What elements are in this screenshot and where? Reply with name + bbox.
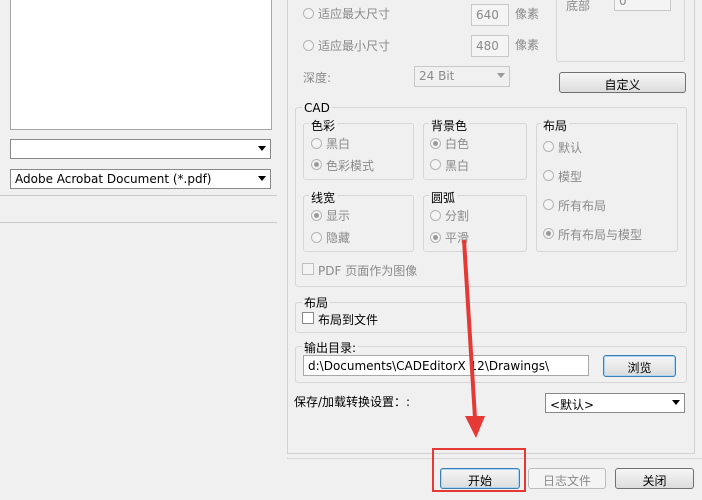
max-unit-label: 像素 [515, 7, 540, 21]
layout-to-file-label: 布局到文件 [318, 313, 379, 327]
background-bw-radio[interactable] [430, 159, 441, 170]
layout-model-radio[interactable] [543, 170, 554, 181]
layout-to-file-checkbox[interactable] [302, 312, 314, 324]
log-file-button[interactable]: 日志文件 [528, 468, 606, 489]
layout-options-title: 布局 [541, 117, 570, 134]
depth-value: 24 Bit [419, 69, 455, 83]
left-divider [0, 195, 277, 196]
chevron-down-icon [258, 176, 266, 181]
chevron-down-icon [497, 73, 505, 78]
annotation-arrow [462, 239, 485, 438]
layout-default-radio[interactable] [543, 141, 554, 152]
file-type-value: Adobe Acrobat Document (*.pdf) [15, 172, 212, 186]
left-lower-divider [0, 222, 277, 223]
layout-all-model-radio[interactable] [543, 228, 554, 239]
arc-split-label: 分割 [445, 209, 470, 223]
format-select[interactable] [10, 139, 271, 159]
start-button-highlight [432, 448, 526, 492]
color-bw-label: 黑白 [326, 137, 351, 151]
cad-title: CAD [302, 101, 332, 115]
depth-label: 深度: [303, 71, 332, 85]
layout-model-label: 模型 [558, 170, 583, 184]
output-path-input[interactable]: d:\Documents\CADEditorX 12\Drawings\ [303, 355, 589, 376]
file-type-select[interactable]: Adobe Acrobat Document (*.pdf) [10, 169, 271, 189]
settings-value: <默认> [550, 398, 595, 412]
background-bw-label: 黑白 [445, 159, 470, 173]
annotation-arrow-head [465, 416, 485, 438]
custom-button[interactable]: 自定义 [559, 72, 686, 93]
fit-min-label: 适应最小尺寸 [318, 39, 391, 53]
fit-max-label: 适应最大尺寸 [318, 7, 391, 21]
arc-split-radio[interactable] [430, 210, 441, 221]
annotation-arrow-line [462, 239, 477, 419]
min-unit-label: 像素 [515, 38, 540, 52]
lineweight-hide-label: 隐藏 [326, 231, 351, 245]
pdf-as-image-label: PDF 页面作为图像 [318, 264, 418, 278]
output-title: 输出目录: [302, 339, 359, 356]
preview-list[interactable] [10, 0, 272, 130]
min-size-input[interactable]: 480 [471, 35, 509, 57]
color-mode-radio[interactable] [311, 159, 322, 170]
layout-all-label: 所有布局 [558, 199, 607, 213]
background-title: 背景色 [429, 117, 470, 134]
lineweight-title: 线宽 [309, 189, 338, 206]
lineweight-hide-radio[interactable] [311, 232, 322, 243]
background-white-label: 白色 [445, 137, 470, 151]
layout-all-radio[interactable] [543, 199, 554, 210]
layout-all-model-label: 所有布局与模型 [558, 228, 643, 242]
lineweight-show-label: 显示 [326, 209, 351, 223]
layout-title: 布局 [302, 294, 331, 311]
lineweight-show-radio[interactable] [311, 210, 322, 221]
arc-smooth-radio[interactable] [430, 232, 441, 243]
color-title: 色彩 [309, 117, 338, 134]
arc-title: 圆弧 [429, 189, 458, 206]
settings-label: 保存/加载转换设置：: [294, 395, 411, 409]
pdf-as-image-checkbox[interactable] [302, 263, 314, 275]
depth-select[interactable]: 24 Bit [414, 66, 510, 87]
settings-select[interactable]: <默认> [545, 393, 685, 413]
fit-min-radio[interactable] [303, 40, 314, 51]
fit-max-radio[interactable] [303, 8, 314, 19]
chevron-down-icon [672, 400, 680, 405]
chevron-down-icon [258, 146, 266, 151]
layout-default-label: 默认 [558, 141, 583, 155]
close-button[interactable]: 关闭 [615, 468, 694, 489]
color-mode-label: 色彩模式 [326, 159, 375, 173]
background-white-radio[interactable] [430, 138, 441, 149]
browse-button[interactable]: 浏览 [603, 355, 676, 377]
bottom-margin-label: 底部 [566, 0, 591, 13]
max-size-input[interactable]: 640 [471, 4, 509, 26]
bottom-margin-input[interactable]: 0 [614, 0, 671, 11]
color-bw-radio[interactable] [311, 138, 322, 149]
